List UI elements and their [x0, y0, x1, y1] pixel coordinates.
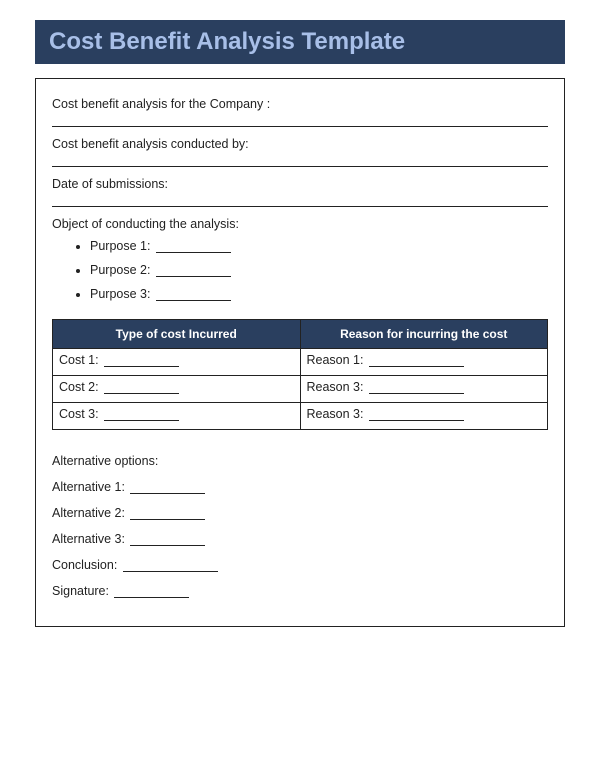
- cost-label: Cost 2:: [59, 380, 99, 394]
- purpose-blank[interactable]: [156, 266, 231, 277]
- page-title: Cost Benefit Analysis Template: [49, 28, 551, 56]
- conducted-by-blank[interactable]: [52, 155, 548, 167]
- purpose-label: Purpose 1:: [90, 239, 150, 253]
- table-header-row: Type of cost Incurred Reason for incurri…: [53, 320, 548, 349]
- date-label: Date of submissions:: [52, 177, 548, 191]
- alt-row: Alternative 1:: [52, 480, 548, 494]
- reason-label: Reason 1:: [307, 353, 364, 367]
- purpose-item: Purpose 2:: [90, 263, 548, 277]
- company-label: Cost benefit analysis for the Company :: [52, 97, 548, 111]
- alt-label: Alternative 1:: [52, 480, 125, 494]
- conclusion-blank[interactable]: [123, 561, 218, 572]
- conclusion-label: Conclusion:: [52, 558, 117, 572]
- cost-label: Cost 1:: [59, 353, 99, 367]
- purpose-label: Purpose 2:: [90, 263, 150, 277]
- purpose-label: Purpose 3:: [90, 287, 150, 301]
- purpose-blank[interactable]: [156, 290, 231, 301]
- reason-blank[interactable]: [369, 356, 464, 367]
- alt-options-label: Alternative options:: [52, 454, 548, 468]
- conducted-by-label: Cost benefit analysis conducted by:: [52, 137, 548, 151]
- purpose-item: Purpose 3:: [90, 287, 548, 301]
- signature-label: Signature:: [52, 584, 109, 598]
- reason-label: Reason 3:: [307, 380, 364, 394]
- reason-cell: Reason 3:: [300, 376, 548, 403]
- cost-label: Cost 3:: [59, 407, 99, 421]
- header-reason: Reason for incurring the cost: [300, 320, 548, 349]
- signature-blank[interactable]: [114, 587, 189, 598]
- purpose-list: Purpose 1: Purpose 2: Purpose 3:: [52, 239, 548, 301]
- alt-blank[interactable]: [130, 535, 205, 546]
- cost-blank[interactable]: [104, 410, 179, 421]
- object-label: Object of conducting the analysis:: [52, 217, 548, 231]
- date-blank[interactable]: [52, 195, 548, 207]
- title-bar: Cost Benefit Analysis Template: [35, 20, 565, 64]
- conclusion-row: Conclusion:: [52, 558, 548, 572]
- alt-label: Alternative 3:: [52, 532, 125, 546]
- reason-blank[interactable]: [369, 383, 464, 394]
- reason-blank[interactable]: [369, 410, 464, 421]
- alt-blank[interactable]: [130, 483, 205, 494]
- alt-row: Alternative 2:: [52, 506, 548, 520]
- alternatives-section: Alternative options: Alternative 1: Alte…: [52, 454, 548, 598]
- reason-cell: Reason 3:: [300, 403, 548, 430]
- cost-cell: Cost 3:: [53, 403, 301, 430]
- table-row: Cost 3: Reason 3:: [53, 403, 548, 430]
- form-container: Cost benefit analysis for the Company : …: [35, 78, 565, 627]
- table-row: Cost 2: Reason 3:: [53, 376, 548, 403]
- cost-blank[interactable]: [104, 356, 179, 367]
- cost-blank[interactable]: [104, 383, 179, 394]
- alt-row: Alternative 3:: [52, 532, 548, 546]
- purpose-item: Purpose 1:: [90, 239, 548, 253]
- alt-blank[interactable]: [130, 509, 205, 520]
- cost-reason-table: Type of cost Incurred Reason for incurri…: [52, 319, 548, 430]
- alt-label: Alternative 2:: [52, 506, 125, 520]
- company-blank[interactable]: [52, 115, 548, 127]
- reason-label: Reason 3:: [307, 407, 364, 421]
- header-cost: Type of cost Incurred: [53, 320, 301, 349]
- table-row: Cost 1: Reason 1:: [53, 349, 548, 376]
- cost-cell: Cost 1:: [53, 349, 301, 376]
- purpose-blank[interactable]: [156, 242, 231, 253]
- signature-row: Signature:: [52, 584, 548, 598]
- cost-cell: Cost 2:: [53, 376, 301, 403]
- reason-cell: Reason 1:: [300, 349, 548, 376]
